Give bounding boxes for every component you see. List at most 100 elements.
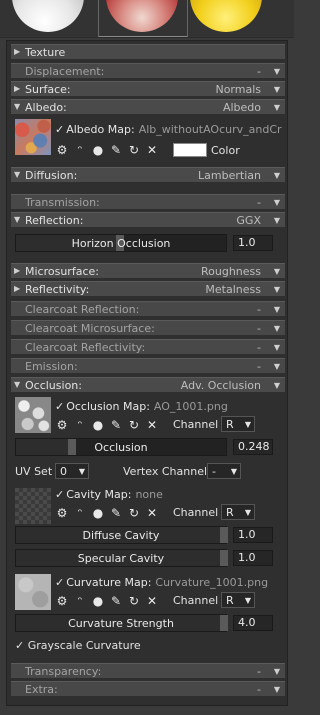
dropdown-arrow-icon[interactable]: ▼: [274, 362, 280, 371]
material-sphere-white[interactable]: [12, 0, 84, 32]
collapse-arrow-icon[interactable]: ▼: [14, 102, 20, 111]
wand-icon[interactable]: ᵔ: [73, 418, 87, 432]
sphere-icon[interactable]: ●: [91, 506, 105, 520]
vertex-channel-select[interactable]: - ▼: [207, 463, 241, 479]
dropdown-arrow-icon[interactable]: ▼: [274, 305, 280, 314]
dropdown-arrow-icon[interactable]: ▼: [274, 67, 280, 76]
curvature-map-file[interactable]: Curvature_1001.png: [155, 576, 268, 589]
close-icon[interactable]: ✕: [145, 506, 159, 520]
section-surface[interactable]: ▶ Surface: Normals ▼: [11, 81, 285, 96]
section-value[interactable]: -: [257, 665, 261, 678]
wand-icon[interactable]: ᵔ: [73, 143, 87, 157]
refresh-icon[interactable]: ↻: [127, 143, 141, 157]
section-value[interactable]: Metalness: [205, 283, 261, 296]
section-clearcoat-microsurface[interactable]: Clearcoat Microsurface: - ▼: [11, 320, 285, 335]
checkmark-icon[interactable]: ✓: [15, 639, 28, 652]
section-reflection[interactable]: ▼ Reflection: GGX ▼: [11, 212, 285, 227]
section-transparency[interactable]: Transparency: - ▼: [11, 663, 285, 678]
uv-set-select[interactable]: 0 ▼: [55, 463, 89, 479]
section-value[interactable]: -: [257, 360, 261, 373]
albedo-color-swatch[interactable]: [173, 143, 207, 157]
section-extra[interactable]: Extra: - ▼: [11, 681, 285, 696]
cavity-channel-select[interactable]: R ▼: [221, 504, 255, 520]
checkmark-icon[interactable]: ✓: [55, 488, 64, 501]
section-value[interactable]: GGX: [236, 214, 261, 227]
wand-icon[interactable]: ᵔ: [73, 506, 87, 520]
section-value[interactable]: -: [257, 341, 261, 354]
section-texture[interactable]: ▶ Texture: [11, 44, 285, 59]
albedo-map-thumbnail[interactable]: [15, 119, 51, 155]
section-value[interactable]: Adv. Occlusion: [181, 379, 261, 392]
refresh-icon[interactable]: ↻: [127, 506, 141, 520]
dropdown-arrow-icon[interactable]: ▼: [274, 343, 280, 352]
section-value[interactable]: Normals: [215, 83, 261, 96]
gear-icon[interactable]: ⚙: [55, 506, 69, 520]
section-value[interactable]: -: [257, 196, 261, 209]
dropdown-arrow-icon[interactable]: ▼: [274, 381, 280, 390]
dropdown-arrow-icon[interactable]: ▼: [274, 267, 280, 276]
section-value[interactable]: -: [257, 322, 261, 335]
section-displacement[interactable]: Displacement: - ▼: [11, 63, 285, 78]
dropdown-arrow-icon[interactable]: ▼: [274, 667, 280, 676]
collapse-arrow-icon[interactable]: ▼: [14, 170, 20, 179]
wand-icon[interactable]: ᵔ: [73, 594, 87, 608]
expand-arrow-icon[interactable]: ▶: [14, 284, 20, 293]
material-sphere-yellow[interactable]: [190, 0, 262, 32]
sphere-icon[interactable]: ●: [91, 143, 105, 157]
dropdown-arrow-icon[interactable]: ▼: [274, 324, 280, 333]
specular-cavity-slider[interactable]: Specular Cavity: [15, 549, 228, 567]
dropdown-arrow-icon[interactable]: ▼: [274, 103, 280, 112]
cavity-map-thumbnail[interactable]: [15, 488, 51, 524]
curvature-strength-slider[interactable]: Curvature Strength: [15, 614, 228, 632]
curvature-strength-value[interactable]: 4.0: [233, 615, 273, 631]
close-icon[interactable]: ✕: [145, 143, 159, 157]
checkmark-icon[interactable]: ✓: [55, 400, 64, 413]
section-value[interactable]: -: [257, 65, 261, 78]
collapse-arrow-icon[interactable]: ▼: [14, 215, 20, 224]
refresh-icon[interactable]: ↻: [127, 594, 141, 608]
dropdown-arrow-icon[interactable]: ▼: [274, 285, 280, 294]
occlusion-value[interactable]: 0.248: [233, 439, 273, 455]
sphere-icon[interactable]: ●: [91, 594, 105, 608]
occlusion-map-thumbnail[interactable]: [15, 397, 51, 433]
occlusion-map-file[interactable]: AO_1001.png: [154, 400, 228, 413]
albedo-map-file[interactable]: Alb_withoutAOcurv_andCr: [139, 123, 282, 136]
section-reflectivity[interactable]: ▶ Reflectivity: Metalness ▼: [11, 281, 285, 296]
dropdown-arrow-icon[interactable]: ▼: [274, 216, 280, 225]
brush-icon[interactable]: ✎: [109, 506, 123, 520]
expand-arrow-icon[interactable]: ▶: [14, 84, 20, 93]
gear-icon[interactable]: ⚙: [55, 143, 69, 157]
checkmark-icon[interactable]: ✓: [55, 123, 64, 136]
dropdown-arrow-icon[interactable]: ▼: [274, 85, 280, 94]
dropdown-arrow-icon[interactable]: ▼: [274, 171, 280, 180]
curvature-channel-select[interactable]: R ▼: [221, 592, 255, 608]
section-diffusion[interactable]: ▼ Diffusion: Lambertian ▼: [11, 167, 285, 182]
horizon-occlusion-slider[interactable]: Horizon Occlusion: [15, 234, 227, 252]
expand-arrow-icon[interactable]: ▶: [14, 47, 20, 56]
gear-icon[interactable]: ⚙: [55, 594, 69, 608]
gear-icon[interactable]: ⚙: [55, 418, 69, 432]
dropdown-arrow-icon[interactable]: ▼: [274, 685, 280, 694]
diffuse-cavity-value[interactable]: 1.0: [233, 527, 273, 543]
section-clearcoat-reflection[interactable]: Clearcoat Reflection: - ▼: [11, 301, 285, 316]
brush-icon[interactable]: ✎: [109, 418, 123, 432]
section-albedo[interactable]: ▼ Albedo: Albedo ▼: [11, 99, 285, 114]
brush-icon[interactable]: ✎: [109, 594, 123, 608]
section-occlusion[interactable]: ▼ Occlusion: Adv. Occlusion ▼: [11, 377, 285, 392]
cavity-map-file[interactable]: none: [135, 488, 162, 501]
diffuse-cavity-slider[interactable]: Diffuse Cavity: [15, 526, 228, 544]
curvature-map-thumbnail[interactable]: [15, 574, 51, 610]
section-microsurface[interactable]: ▶ Microsurface: Roughness ▼: [11, 263, 285, 278]
section-value[interactable]: -: [257, 303, 261, 316]
section-value[interactable]: Lambertian: [198, 169, 261, 182]
close-icon[interactable]: ✕: [145, 594, 159, 608]
expand-arrow-icon[interactable]: ▶: [14, 266, 20, 275]
section-value[interactable]: Albedo: [223, 101, 261, 114]
occlusion-slider[interactable]: Occlusion: [15, 438, 227, 456]
section-value[interactable]: Roughness: [201, 265, 261, 278]
refresh-icon[interactable]: ↻: [127, 418, 141, 432]
section-transmission[interactable]: Transmission: - ▼: [11, 194, 285, 209]
sphere-icon[interactable]: ●: [91, 418, 105, 432]
horizon-occlusion-value[interactable]: 1.0: [233, 235, 273, 251]
section-value[interactable]: -: [257, 683, 261, 696]
